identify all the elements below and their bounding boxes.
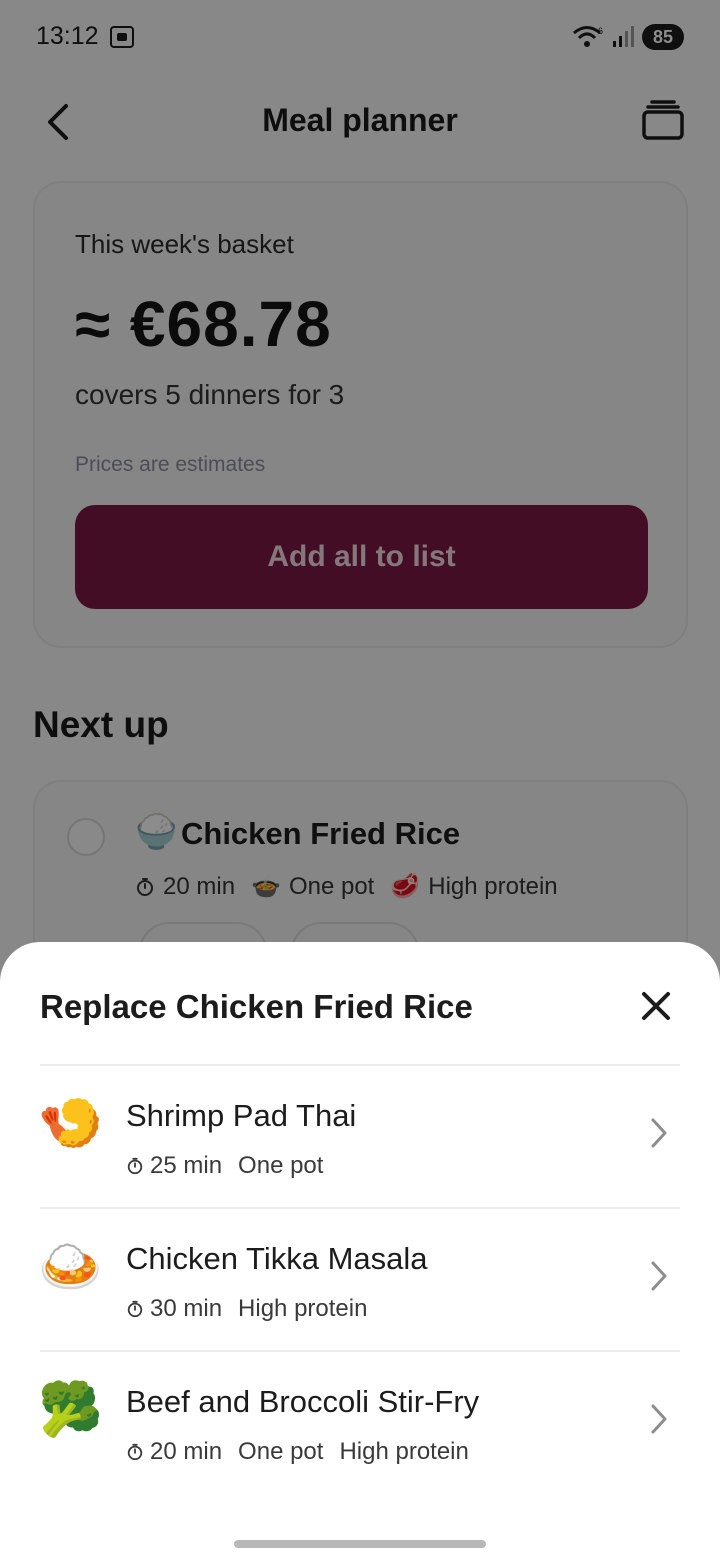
shrimp-icon: 🍤 — [38, 1095, 103, 1153]
option-time: 25 min — [150, 1152, 223, 1179]
option-meta: 30 min High protein — [126, 1295, 367, 1323]
replacement-option-beef-and-broccoli[interactable]: 🥦 Beef and Broccoli Stir-Fry 20 min One … — [0, 1352, 720, 1494]
option-tag: High protein — [238, 1295, 368, 1322]
chevron-right-icon — [651, 1118, 667, 1148]
close-icon[interactable] — [636, 986, 676, 1026]
timer-icon — [127, 1157, 143, 1175]
option-time: 20 min — [150, 1438, 223, 1465]
replacement-option-shrimp-pad-thai[interactable]: 🍤 Shrimp Pad Thai 25 min One pot — [0, 1066, 720, 1208]
option-title: Chicken Tikka Masala — [126, 1241, 428, 1276]
option-meta: 20 min One pot High protein — [126, 1438, 469, 1466]
option-meta: 25 min One pot — [126, 1152, 323, 1180]
option-title: Shrimp Pad Thai — [126, 1098, 357, 1133]
option-tag: One pot — [238, 1438, 324, 1465]
chevron-right-icon — [651, 1261, 667, 1291]
replace-meal-sheet: Replace Chicken Fried Rice 🍤 Shrimp Pad … — [0, 942, 720, 1560]
option-time: 30 min — [150, 1295, 223, 1322]
timer-icon — [127, 1443, 143, 1461]
home-indicator[interactable] — [234, 1540, 486, 1548]
replacement-option-chicken-tikka-masala[interactable]: 🍛 Chicken Tikka Masala 30 min High prote… — [0, 1209, 720, 1351]
chevron-right-icon — [651, 1404, 667, 1434]
broccoli-icon: 🥦 — [38, 1381, 103, 1439]
option-tag: One pot — [238, 1152, 324, 1179]
option-tag: High protein — [339, 1438, 469, 1465]
timer-icon — [127, 1300, 143, 1318]
sheet-title: Replace Chicken Fried Rice — [40, 988, 473, 1025]
option-title: Beef and Broccoli Stir-Fry — [126, 1384, 480, 1419]
curry-icon: 🍛 — [38, 1238, 103, 1296]
